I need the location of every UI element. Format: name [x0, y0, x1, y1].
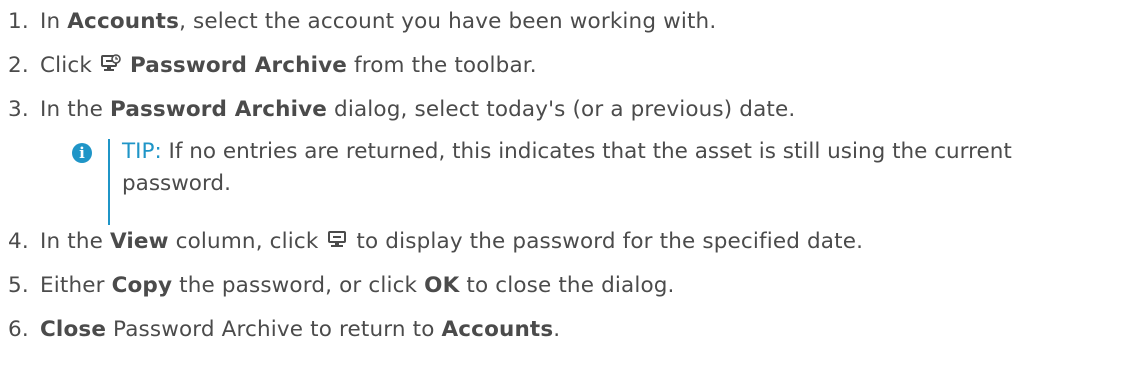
step-3: 3. In the Password Archive dialog, select… [8, 96, 795, 124]
step-text: dialog, select today's (or a previous) d… [327, 97, 796, 122]
tip-text: TIP: If no entries are returned, this in… [122, 136, 1121, 200]
ui-term-accounts: Accounts [441, 317, 554, 342]
step-text: Click [40, 53, 99, 78]
step-text: In the [40, 229, 110, 254]
step-2: 2. Click Password Archive from the toolba… [8, 52, 537, 82]
step-number: 6. [8, 317, 29, 342]
tip-label: TIP: [122, 139, 162, 164]
ui-term-close: Close [40, 317, 107, 342]
tip-divider [108, 139, 110, 225]
ui-term-copy: Copy [111, 273, 173, 298]
step-text: the password, or click [172, 273, 425, 298]
info-icon: i [72, 143, 92, 163]
step-text: from the toolbar. [347, 53, 537, 78]
step-number: 5. [8, 273, 29, 298]
ui-term-ok: OK [424, 273, 460, 298]
step-number: 4. [8, 229, 29, 254]
step-1: 1. In Accounts, select the account you ha… [8, 8, 716, 36]
step-text: Password Archive to return to [106, 317, 442, 342]
step-text: to display the password for the specifie… [349, 229, 864, 254]
step-text: . [553, 317, 561, 342]
step-text: column, click [168, 229, 326, 254]
step-text: In [40, 9, 68, 34]
step-5: 5. Either Copy the password, or click OK … [8, 272, 675, 300]
view-password-icon [327, 230, 347, 258]
ui-term-view: View [109, 229, 169, 254]
ui-term-accounts: Accounts [67, 9, 180, 34]
step-number: 1. [8, 9, 29, 34]
tip-body: If no entries are returned, this indicat… [122, 139, 1012, 196]
step-number: 3. [8, 97, 29, 122]
ui-term-password-archive: Password Archive [109, 97, 328, 122]
step-text: , select the account you have been worki… [179, 9, 717, 34]
step-4: 4. In the View column, click to display t… [8, 228, 863, 258]
step-text: In the [40, 97, 110, 122]
step-text: to close the dialog. [459, 273, 675, 298]
step-6: 6. Close Password Archive to return to Ac… [8, 316, 560, 344]
ui-term-password-archive: Password Archive [129, 53, 348, 78]
step-number: 2. [8, 53, 29, 78]
step-text: Either [40, 273, 112, 298]
password-archive-icon [100, 54, 121, 82]
